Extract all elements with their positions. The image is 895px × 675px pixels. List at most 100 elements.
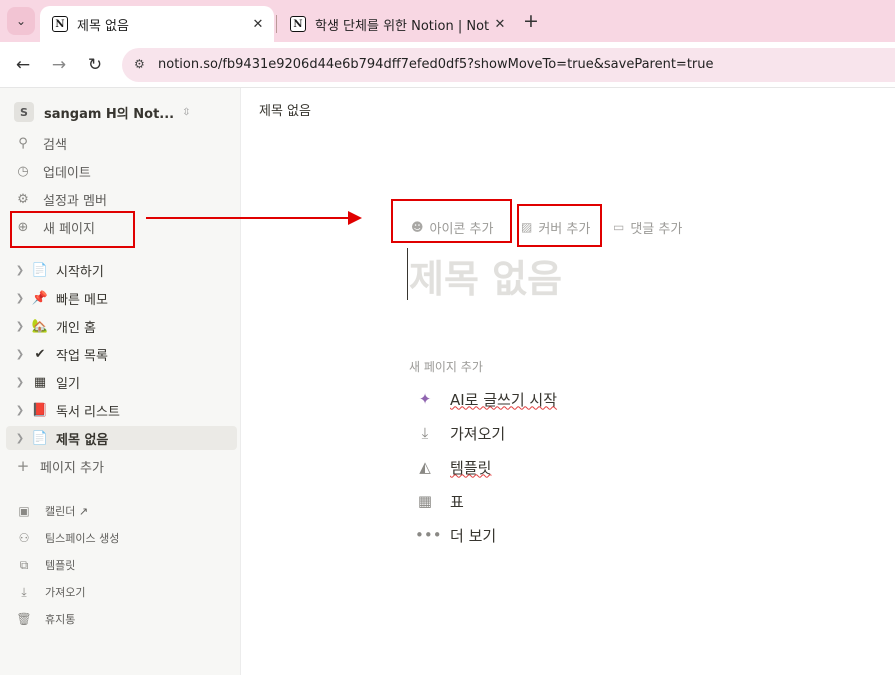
table-icon: ▦ [417, 492, 433, 510]
action-label: 댓글 추가 [630, 221, 683, 237]
calendar-icon: ▣ [18, 504, 30, 518]
close-icon[interactable]: ✕ [248, 17, 268, 32]
more-icon: ••• [415, 526, 442, 544]
page-label: 작업 목록 [56, 348, 108, 364]
chevron-right-icon[interactable]: ❯ [12, 321, 28, 332]
sidebar-page-quick-note[interactable]: ❯ 📌 빠른 메모 [6, 286, 237, 310]
forward-arrow-icon[interactable]: → [48, 54, 70, 76]
sidebar-page-diary[interactable]: ❯ ▦ 일기 [6, 370, 237, 394]
comment-icon: ▭ [613, 220, 625, 234]
tab-inactive[interactable]: N 학생 단체를 위한 Notion | Noti ✕ [278, 6, 516, 42]
chevron-right-icon[interactable]: ❯ [12, 377, 28, 388]
notion-favicon-icon: N [52, 16, 68, 32]
chevron-right-icon[interactable]: ❯ [12, 349, 28, 360]
template-icon: ⧉ [19, 557, 29, 572]
checkmark-icon: ✔ [34, 346, 46, 362]
option-label: 템플릿 [450, 458, 492, 477]
plus-icon: + [16, 457, 30, 475]
chevron-updown-icon: ⇳ [182, 106, 191, 118]
notion-favicon-icon: N [290, 16, 306, 32]
notebook-icon: ▦ [33, 374, 47, 390]
tab-active[interactable]: N 제목 없음 ✕ [40, 6, 274, 42]
sidebar-item-label: 팀스페이스 생성 [45, 532, 120, 545]
page-label: 시작하기 [56, 264, 104, 280]
sidebar-item-label: 검색 [43, 137, 67, 153]
sidebar-page-task-list[interactable]: ❯ ✔ 작업 목록 [6, 342, 237, 366]
option-label: 표 [450, 492, 464, 511]
browser-tab-bar: ⌄ N 제목 없음 ✕ N 학생 단체를 위한 Notion | Noti ✕ … [0, 0, 895, 42]
sidebar-item-calendar[interactable]: ▣ 캘린더 ↗ [16, 500, 88, 522]
option-label: 가져오기 [450, 424, 506, 443]
url-field[interactable]: ⚙ notion.so/fb9431e9206d44e6b794dff7efed… [122, 48, 895, 82]
url-text: notion.so/fb9431e9206d44e6b794dff7efed0d… [158, 57, 714, 72]
annotation-box-add-cover [517, 204, 602, 247]
tab-separator [276, 15, 277, 33]
sidebar-item-label: 페이지 추가 [40, 460, 104, 476]
chevron-right-icon[interactable]: ❯ [12, 405, 28, 416]
sidebar-page-untitled[interactable]: ❯ 📄 제목 없음 [6, 426, 237, 450]
sidebar-add-page-button[interactable]: + 페이지 추가 [14, 454, 104, 478]
breadcrumb[interactable]: 제목 없음 [259, 100, 311, 119]
download-icon: ⤓ [421, 424, 429, 442]
new-tab-button[interactable]: + [520, 10, 542, 32]
sidebar-item-updates[interactable]: ◷ 업데이트 [14, 159, 91, 183]
sidebar-item-search[interactable]: ⚲ 검색 [14, 131, 67, 155]
page-icon: 📄 [31, 430, 49, 446]
option-label: AI로 글쓰기 시작 [450, 390, 558, 409]
workspace-switcher[interactable]: S sangam H의 Not... ⇳ [14, 101, 191, 123]
tab-search-button[interactable]: ⌄ [7, 7, 35, 35]
page-label: 개인 홈 [56, 320, 97, 336]
sidebar-item-label: 휴지통 [45, 613, 76, 626]
clock-icon: ◷ [17, 163, 29, 179]
page-title-input[interactable]: 제목 없음 [409, 248, 562, 303]
workspace-name: sangam H의 Not... [44, 106, 175, 122]
pushpin-icon: 📌 [31, 290, 49, 306]
shapes-icon: ◭ [419, 458, 431, 476]
tab-title: 학생 단체를 위한 Notion | Noti [315, 18, 490, 34]
reload-icon[interactable]: ↻ [84, 54, 106, 76]
page-icon: 📄 [31, 262, 49, 278]
option-table[interactable]: ▦ 표 [415, 488, 464, 514]
main-editor: 제목 없음 ☻ 아이콘 추가 ▨ 커버 추가 ▭ 댓글 추가 제목 없음 새 페… [241, 88, 895, 675]
sidebar-item-label: 캘린더 ↗ [45, 505, 89, 518]
option-ai-write[interactable]: ✦ AI로 글쓰기 시작 [415, 386, 557, 412]
option-templates[interactable]: ◭ 템플릿 [415, 454, 491, 480]
gear-icon: ⚙ [17, 191, 29, 207]
option-import[interactable]: ⤓ 가져오기 [415, 420, 506, 446]
sidebar-page-personal-home[interactable]: ❯ 🏡 개인 홈 [6, 314, 237, 338]
sidebar-item-label: 업데이트 [43, 165, 91, 181]
sidebar-item-teamspace[interactable]: ⚇ 팀스페이스 생성 [16, 527, 120, 549]
annotation-arrow [146, 211, 362, 225]
sidebar-item-trash[interactable]: 🗑 휴지통 [16, 608, 75, 630]
sidebar-item-import[interactable]: ⤓ 가져오기 [16, 581, 85, 603]
trash-icon: 🗑 [16, 612, 32, 626]
sidebar: S sangam H의 Not... ⇳ ⚲ 검색 ◷ 업데이트 ⚙ 설정과 멤… [0, 88, 241, 675]
sidebar-item-label: 가져오기 [45, 586, 86, 599]
page-label: 빠른 메모 [56, 292, 108, 308]
sidebar-item-label: 설정과 멤버 [43, 193, 107, 209]
sidebar-item-templates[interactable]: ⧉ 템플릿 [16, 554, 76, 576]
option-more[interactable]: ••• 더 보기 [415, 522, 496, 548]
tab-title: 제목 없음 [77, 18, 129, 34]
page-label: 독서 리스트 [56, 404, 120, 420]
close-icon[interactable]: ✕ [490, 17, 510, 32]
text-cursor [407, 248, 408, 300]
page-label: 일기 [56, 376, 80, 392]
chevron-down-icon: ⌄ [15, 14, 27, 28]
sidebar-item-settings[interactable]: ⚙ 설정과 멤버 [14, 187, 107, 211]
site-info-icon[interactable]: ⚙ [134, 57, 152, 73]
chevron-right-icon[interactable]: ❯ [12, 265, 28, 276]
back-arrow-icon[interactable]: ← [12, 54, 34, 76]
page-label: 제목 없음 [56, 432, 109, 448]
chevron-right-icon[interactable]: ❯ [12, 293, 28, 304]
address-bar: ← → ↻ ⚙ notion.so/fb9431e9206d44e6b794df… [0, 42, 895, 88]
sidebar-page-reading-list[interactable]: ❯ 📕 독서 리스트 [6, 398, 237, 422]
chevron-right-icon[interactable]: ❯ [12, 433, 28, 444]
sidebar-page-start[interactable]: ❯ 📄 시작하기 [6, 258, 237, 282]
book-icon: 📕 [31, 402, 49, 418]
workspace-avatar: S [14, 102, 34, 122]
house-icon: 🏡 [31, 318, 49, 334]
import-icon: ⤓ [21, 584, 27, 599]
add-comment-button[interactable]: ▭ 댓글 추가 [613, 216, 682, 238]
sidebar-item-label: 템플릿 [45, 559, 76, 572]
